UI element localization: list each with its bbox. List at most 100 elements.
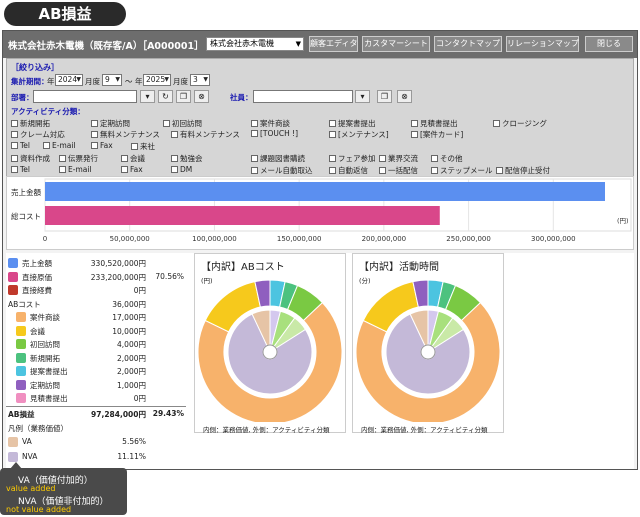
activity-checkbox[interactable]: 勉強会 — [171, 153, 203, 164]
activity-checkbox[interactable]: 配信停止受付 — [496, 165, 550, 176]
checkbox-box[interactable] — [171, 166, 178, 173]
activity-checkbox[interactable]: E-mail — [59, 165, 92, 174]
checkbox-box[interactable] — [411, 120, 418, 127]
activity-checkbox[interactable]: [案件カード] — [411, 129, 463, 140]
checkbox-box[interactable] — [131, 143, 138, 150]
checkbox-box[interactable] — [91, 131, 98, 138]
dept-input[interactable] — [33, 90, 137, 103]
activity-checkbox[interactable]: Fax — [121, 165, 143, 174]
bar-tick-label: 100,000,000 — [192, 235, 237, 243]
checkbox-box[interactable] — [251, 130, 258, 137]
checkbox-box[interactable] — [43, 142, 50, 149]
checkbox-box[interactable] — [493, 120, 500, 127]
checkbox-box[interactable] — [329, 155, 336, 162]
activity-checkbox[interactable]: 一括配信 — [379, 165, 418, 176]
activity-checkbox[interactable]: 会議 — [121, 153, 145, 164]
activity-checkbox[interactable]: フェア参加 — [329, 153, 376, 164]
activity-checkbox[interactable]: 課題図書購読 — [251, 153, 305, 164]
checkbox-box[interactable] — [379, 167, 386, 174]
activity-checkbox[interactable]: 見積書提出 — [411, 118, 458, 129]
activity-checkbox[interactable]: 定期訪問 — [91, 118, 130, 129]
dept-dropdown-button[interactable]: ▾ — [140, 90, 155, 103]
emp-clear-button[interactable]: ⊗ — [397, 90, 412, 103]
activity-checkbox-label: 自動返信 — [338, 166, 368, 175]
activity-checkbox[interactable]: Tel — [11, 141, 30, 150]
emp-dropdown-button[interactable]: ▾ — [355, 90, 370, 103]
checkbox-box[interactable] — [431, 155, 438, 162]
activity-checkbox[interactable]: ステップメール — [431, 165, 493, 176]
emp-input[interactable] — [253, 90, 353, 103]
checkbox-box[interactable] — [59, 166, 66, 173]
va-legend-row: VA 5.56% — [6, 435, 186, 449]
checkbox-box[interactable] — [251, 167, 258, 174]
activity-checkbox[interactable]: 有料メンテナンス — [171, 129, 240, 140]
checkbox-box[interactable] — [11, 131, 18, 138]
checkbox-box[interactable] — [251, 120, 258, 127]
activity-checkbox-label: [案件カード] — [420, 130, 464, 139]
from-month-select[interactable]: 9 ▼ — [102, 74, 122, 86]
activity-checkbox[interactable]: 提案書提出 — [329, 118, 376, 129]
activity-checkbox-label: その他 — [440, 154, 463, 163]
dept-copy-button[interactable]: ❐ — [176, 90, 191, 103]
checkbox-box[interactable] — [163, 120, 170, 127]
checkbox-box[interactable] — [11, 120, 18, 127]
checkbox-box[interactable] — [411, 131, 418, 138]
ab-cost-pie-svg — [197, 279, 343, 422]
checkbox-box[interactable] — [379, 155, 386, 162]
activity-checkbox[interactable]: その他 — [431, 153, 463, 164]
activity-checkbox[interactable]: E-mail — [43, 141, 76, 150]
checkbox-box[interactable] — [431, 167, 438, 174]
activity-checkbox[interactable]: [メンテナンス] — [329, 129, 389, 140]
activity-checkbox[interactable]: [TOUCH !] — [251, 129, 298, 138]
checkbox-box[interactable] — [329, 167, 336, 174]
activity-checkbox[interactable]: Tel — [11, 165, 30, 174]
activity-checkbox[interactable]: 自動返信 — [329, 165, 368, 176]
checkbox-box[interactable] — [251, 155, 258, 162]
activity-checkbox[interactable]: メール自動取込 — [251, 165, 313, 176]
checkbox-box[interactable] — [171, 131, 178, 138]
activity-checkbox[interactable]: DM — [171, 165, 192, 174]
checkbox-box[interactable] — [121, 155, 128, 162]
year-label: 年 — [135, 77, 143, 86]
activity-checkbox[interactable]: 新規開拓 — [11, 118, 50, 129]
contact-map-button[interactable]: コンタクトマップ — [434, 36, 502, 52]
dept-clear-button[interactable]: ⊗ — [194, 90, 209, 103]
checkbox-box[interactable] — [11, 166, 18, 173]
checkbox-box[interactable] — [59, 155, 66, 162]
activity-checkbox[interactable]: クロージング — [493, 118, 547, 129]
bar-revenue — [45, 182, 605, 201]
activity-checkbox[interactable]: Fax — [91, 141, 113, 150]
activity-checkbox[interactable]: 資料作成 — [11, 153, 50, 164]
close-button[interactable]: 閉じる — [585, 36, 633, 52]
checkbox-box[interactable] — [171, 155, 178, 162]
dept-reset-button[interactable]: ↻ — [158, 90, 173, 103]
activity-checkbox-label: 課題図書購読 — [260, 154, 305, 163]
checkbox-box[interactable] — [91, 120, 98, 127]
company-title: 株式会社赤木電機（既存客/A）［A000001］ — [8, 41, 204, 52]
nva-percent: 11.11% — [117, 451, 146, 461]
checkbox-box[interactable] — [121, 166, 128, 173]
activity-checkbox[interactable]: 初回訪問 — [163, 118, 202, 129]
checkbox-box[interactable] — [11, 142, 18, 149]
checkbox-box[interactable] — [329, 120, 336, 127]
checkbox-box[interactable] — [496, 167, 503, 174]
activity-checkbox-label: クレーム対応 — [20, 130, 65, 139]
legend-label: 売上金額 — [22, 259, 52, 268]
relation-map-button[interactable]: リレーションマップ — [506, 36, 579, 52]
from-year-select[interactable]: 2024 ▼ — [55, 74, 83, 86]
checkbox-box[interactable] — [91, 142, 98, 149]
activity-checkbox[interactable]: 案件商談 — [251, 118, 290, 129]
customer-editor-button[interactable]: 顧客エディタ — [309, 36, 358, 52]
activity-checkbox[interactable]: 業界交流 — [379, 153, 418, 164]
to-year-select[interactable]: 2025 ▼ — [143, 74, 171, 86]
to-month-select[interactable]: 3 ▼ — [190, 74, 210, 86]
activity-checkbox[interactable]: 無料メンテナンス — [91, 129, 160, 140]
activity-checkbox[interactable]: 来社 — [131, 141, 155, 152]
emp-copy-button[interactable]: ❐ — [377, 90, 392, 103]
checkbox-box[interactable] — [11, 155, 18, 162]
customer-sheet-button[interactable]: カスタマーシート — [362, 36, 430, 52]
checkbox-box[interactable] — [329, 131, 336, 138]
activity-checkbox[interactable]: 伝票発行 — [59, 153, 98, 164]
activity-checkbox[interactable]: クレーム対応 — [11, 129, 65, 140]
company-select[interactable]: 株式会社赤木電機 ▼ — [206, 37, 304, 51]
